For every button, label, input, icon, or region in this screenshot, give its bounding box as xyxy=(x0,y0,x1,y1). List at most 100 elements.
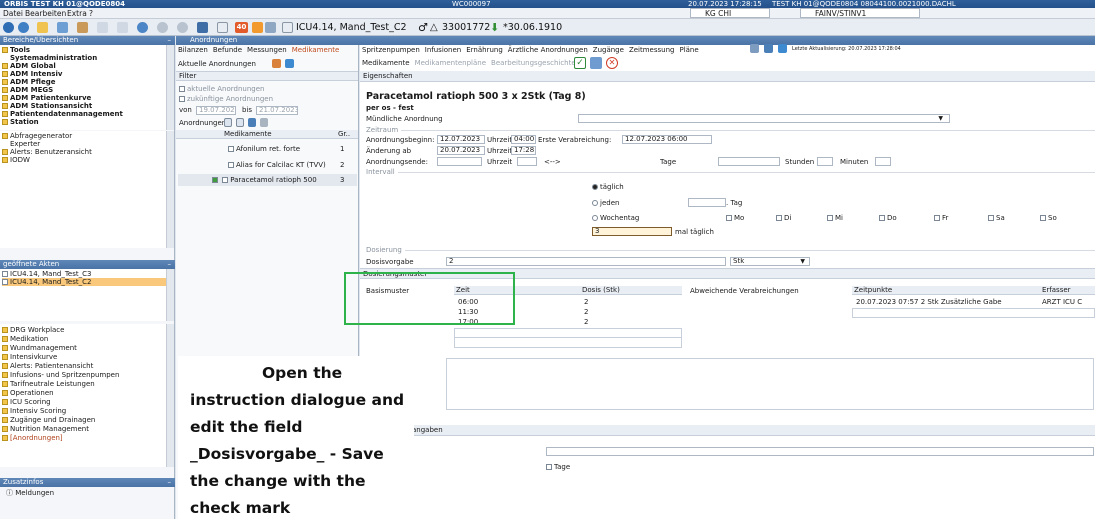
menu-extra[interactable]: Extra xyxy=(67,8,87,19)
tab-befunde[interactable]: Befunde xyxy=(213,46,242,54)
col-gr[interactable]: Gr.. xyxy=(338,130,350,139)
checkbox-so[interactable]: So xyxy=(1040,214,1057,223)
tree-item-adm-intensiv[interactable]: ADM Intensiv xyxy=(2,70,62,78)
zusatz-item-meldungen[interactable]: ⓘ Meldungen xyxy=(6,489,54,497)
tree-item-tarifneutrale[interactable]: Tarifneutrale Leistungen xyxy=(2,380,95,388)
tab-infusionen[interactable]: Infusionen xyxy=(425,46,461,54)
checkbox-sa[interactable]: Sa xyxy=(988,214,1005,223)
tools-icon[interactable] xyxy=(57,22,68,33)
current-orders-checkbox[interactable]: aktuelle Anordnungen xyxy=(179,85,264,94)
tab-zugaenge[interactable]: Zugänge xyxy=(593,46,624,54)
save-all-icon[interactable] xyxy=(764,44,773,53)
tab-bilanzen[interactable]: Bilanzen xyxy=(178,46,208,54)
unit-select[interactable]: Stk ▼ xyxy=(730,257,810,266)
aenderung-date-field[interactable]: 20.07.2023 xyxy=(437,146,485,155)
confirm-check-icon[interactable]: ✓ xyxy=(574,57,586,69)
mal-taeglich-field[interactable]: 3 xyxy=(592,227,672,236)
tree-item-intensivkurve[interactable]: Intensivkurve xyxy=(2,353,57,361)
settings-icon[interactable] xyxy=(260,118,268,127)
menu-datei[interactable]: Datei xyxy=(3,8,23,19)
tree-item-wundmanagement[interactable]: Wundmanagement xyxy=(2,344,77,352)
menu-bearbeiten[interactable]: Bearbeiten xyxy=(25,8,66,19)
tree-item-drg-workplace[interactable]: DRG Workplace xyxy=(2,326,64,334)
tree-item-nutrition[interactable]: Nutrition Management xyxy=(2,425,89,433)
checkbox-fr[interactable]: Fr xyxy=(934,214,948,223)
save-icon[interactable] xyxy=(248,118,256,127)
menu-help[interactable]: ? xyxy=(89,8,93,19)
abw-row-empty[interactable] xyxy=(852,308,1095,318)
tab-medikamente[interactable]: Medikamente xyxy=(292,46,340,54)
generator-scrollbar[interactable] xyxy=(166,131,174,248)
abw-row-1[interactable]: 20.07.2023 07:57 2 Stk Zusätzliche Gabe xyxy=(856,298,1002,307)
folder-icon[interactable] xyxy=(37,22,48,33)
tab-messungen[interactable]: Messungen xyxy=(247,46,287,54)
tree-item-adm-global[interactable]: ADM Global xyxy=(2,62,56,70)
tree-item-patientendatenmanagement[interactable]: Patientendatenmanagement xyxy=(2,110,123,118)
alert-badge[interactable]: 40 xyxy=(235,22,248,33)
tab-aerztliche-anordnungen[interactable]: Ärztliche Anordnungen xyxy=(508,46,588,54)
checkbox-di[interactable]: Di xyxy=(776,214,791,223)
ende-time-field[interactable] xyxy=(517,157,537,166)
tree-item-systemadministration[interactable]: Systemadministration xyxy=(10,54,97,62)
print-icon[interactable] xyxy=(750,44,759,53)
col-zeitpunkte[interactable]: Zeitpunkte xyxy=(854,286,892,295)
workplace-scrollbar[interactable] xyxy=(166,324,174,467)
cancel-icon[interactable]: ✕ xyxy=(606,57,618,69)
tree-item-adm-patientenkurve[interactable]: ADM Patientenkurve xyxy=(2,94,91,102)
refresh-icon[interactable] xyxy=(137,22,148,33)
order-row-1[interactable]: Afonilum ret. forte xyxy=(228,145,300,154)
subtab-medikamente[interactable]: Medikamente xyxy=(362,59,410,67)
muendliche-select[interactable]: ▼ xyxy=(578,114,950,123)
tree-item-medikation[interactable]: Medikation xyxy=(2,335,48,343)
tree-item-intensiv-scoring[interactable]: Intensiv Scoring xyxy=(2,407,66,415)
stunden-field[interactable] xyxy=(817,157,833,166)
reload-icon[interactable] xyxy=(285,59,294,68)
subtab-medikamentenplaene[interactable]: Medikamentenpläne xyxy=(415,59,486,67)
akte-item-c3[interactable]: ICU4.14, Mand_Test_C3 xyxy=(2,270,91,278)
future-orders-checkbox[interactable]: zukünftige Anordnungen xyxy=(179,95,273,104)
tab-ernaehrung[interactable]: Ernährung xyxy=(466,46,503,54)
tree-item-station[interactable]: Station xyxy=(2,118,39,126)
minuten-field[interactable] xyxy=(875,157,891,166)
tree-item-operationen[interactable]: Operationen xyxy=(2,389,54,397)
refresh-orders-icon[interactable] xyxy=(272,59,281,68)
expand-icon[interactable] xyxy=(282,22,293,33)
dosisvorgabe-field[interactable]: 2 xyxy=(446,257,726,266)
info-icon[interactable] xyxy=(177,22,188,33)
tab-zeitmessung[interactable]: Zeitmessung xyxy=(629,46,675,54)
ende-date-field[interactable] xyxy=(437,157,482,166)
time-row-1-dosis[interactable]: 2 xyxy=(584,298,588,307)
tree-item-icu-scoring[interactable]: ICU Scoring xyxy=(2,398,51,406)
order-row-3[interactable]: Paracetamol ratioph 500 xyxy=(212,176,317,185)
time-row-empty-1[interactable] xyxy=(454,328,682,338)
subtab-bearbeitungsgeschichte[interactable]: Bearbeitungsgeschichte xyxy=(491,59,576,67)
tab-spritzenpumpen[interactable]: Spritzenpumpen xyxy=(362,46,420,54)
tage-checkbox[interactable]: Tage xyxy=(546,463,570,472)
erste-field[interactable]: 12.07.2023 06:00 xyxy=(622,135,712,144)
order-row-2[interactable]: Alias for Calcilac KT (TVV) xyxy=(228,161,326,170)
new-document-icon[interactable] xyxy=(224,118,232,127)
tree-item-adm-megs[interactable]: ADM MEGS xyxy=(2,86,53,94)
tree-item-adm-stationsansicht[interactable]: ADM Stationsansicht xyxy=(2,102,92,110)
copy-icon[interactable] xyxy=(590,57,602,69)
person-icon[interactable] xyxy=(77,22,88,33)
chart-icon[interactable] xyxy=(197,22,208,33)
col-erfasser[interactable]: Erfasser xyxy=(1042,286,1071,295)
grid-icon[interactable] xyxy=(217,22,228,33)
tree-item-tools[interactable]: Tools xyxy=(2,46,30,54)
bis-date-field[interactable]: 21.07.2023 xyxy=(256,106,298,115)
tree-item-adm-pflege[interactable]: ADM Pflege xyxy=(2,78,55,86)
akten-scrollbar[interactable] xyxy=(166,269,174,321)
tree-item-anordnungen[interactable]: [Anordnungen] xyxy=(2,434,63,442)
document-icon[interactable] xyxy=(97,22,108,33)
monitor-icon[interactable] xyxy=(265,22,276,33)
tree-item-abfragegenerator[interactable]: Abfragegenerator xyxy=(2,132,72,140)
time-row-empty-2[interactable] xyxy=(454,338,682,348)
akte-item-c2[interactable]: ICU4.14, Mand_Test_C2 xyxy=(2,278,173,286)
tree-item-iodw[interactable]: IODW xyxy=(2,156,30,164)
time-row-2-dosis[interactable]: 2 xyxy=(584,308,588,317)
beginn-date-field[interactable]: 12.07.2023 xyxy=(437,135,485,144)
angaben-field[interactable] xyxy=(546,447,1094,456)
tree-item-alerts-patient[interactable]: Alerts: Patientenansicht xyxy=(2,362,93,370)
tree-item-alerts-benutzer[interactable]: Alerts: Benutzeransicht xyxy=(2,148,92,156)
